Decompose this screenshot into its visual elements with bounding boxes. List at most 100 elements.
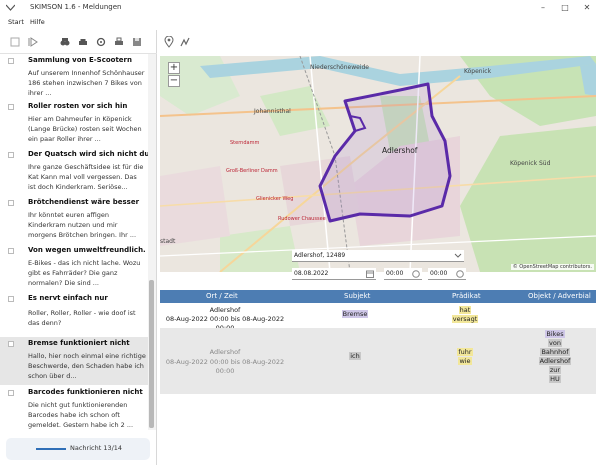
list-item[interactable]: Es nervt einfach nur Roller, Roller, Rol…: [0, 292, 148, 340]
object-token: Adlershof: [538, 357, 572, 365]
clock-icon[interactable]: [456, 270, 464, 278]
object-token: zur: [548, 366, 562, 374]
list-item-selected[interactable]: Bremse funktioniert nicht Hallo, hier no…: [0, 337, 148, 385]
map-view[interactable]: + − Niederschöneweide Köpenick Johannist…: [160, 56, 596, 272]
item-text: Ihr könntet euren affigen Kinderkram nut…: [28, 211, 137, 239]
location-select[interactable]: Adlershof, 12489: [292, 250, 464, 262]
predicate-token: wie: [458, 357, 472, 365]
calendar-icon[interactable]: [366, 270, 374, 278]
time-to-value: 00:00: [430, 270, 448, 277]
date-field[interactable]: 08.08.2022: [292, 268, 376, 280]
item-title: Es nervt einfach nur: [28, 294, 108, 302]
chevron-down-icon: [454, 253, 462, 258]
list-item[interactable]: Roller rosten vor sich hin Hier am Dahme…: [0, 100, 148, 148]
location-pin-icon[interactable]: [164, 36, 174, 48]
list-item[interactable]: Sammlung von E-Scootern Auf unserem Inne…: [0, 54, 148, 102]
predicate-token: fuhr: [457, 348, 473, 356]
main-panel: + − Niederschöneweide Köpenick Johannist…: [158, 30, 600, 465]
time-cell: 08-Aug-2022 00:00 bis 08-Aug-2022 00:00: [165, 358, 285, 375]
object-token: HU: [549, 375, 561, 383]
time-to-field[interactable]: 00:00: [428, 268, 466, 280]
item-checkbox[interactable]: [8, 390, 14, 396]
time-from-field[interactable]: 00:00: [384, 268, 422, 280]
item-text: Die nicht gut funktionierenden Barcodes …: [28, 401, 134, 429]
column-header: Prädikat: [452, 292, 481, 300]
item-title: Brötchendienst wäre besser: [28, 198, 140, 206]
object-token: Bikes: [545, 330, 565, 338]
sidebar-toolbar: [0, 30, 157, 54]
item-title: Der Quatsch wird sich nicht durchse: [28, 150, 148, 158]
minimize-icon[interactable]: –: [532, 0, 554, 16]
map-label: Adlershof: [382, 146, 418, 155]
binoculars-icon[interactable]: [60, 37, 70, 47]
subject-cell: Bremse: [330, 310, 380, 319]
checkbox-icon[interactable]: [10, 37, 20, 47]
printer-icon[interactable]: [114, 37, 124, 47]
column-header: Objekt / Adverbial: [528, 292, 591, 300]
date-value: 08.08.2022: [294, 270, 329, 277]
table-row[interactable]: Adlershof 08-Aug-2022 00:00 bis 08-Aug-2…: [160, 304, 596, 332]
predicate-token: versagt: [451, 315, 479, 323]
close-icon[interactable]: ✕: [576, 0, 598, 16]
map-label: Johannisthal: [254, 108, 291, 115]
play-icon[interactable]: [28, 37, 38, 47]
list-item[interactable]: Barcodes funktionieren nicht Die nicht g…: [0, 386, 148, 430]
zoom-in-button[interactable]: +: [168, 62, 180, 74]
item-text: Ihre ganze Geschäftsidee ist für die Kat…: [28, 163, 144, 191]
item-checkbox[interactable]: [8, 296, 14, 302]
item-text: Hier am Dahmeufer in Köpenick (Lange Brü…: [28, 115, 142, 143]
predicate-cell: hat versagt: [440, 306, 490, 324]
table-header: Ort / Zeit Subjekt Prädikat Objekt / Adv…: [160, 290, 596, 303]
route-icon[interactable]: [180, 36, 190, 48]
item-title: Von wegen umweltfreundlich.: [28, 246, 146, 254]
item-title: Roller rosten vor sich hin: [28, 102, 128, 110]
table-row[interactable]: Adlershof 08-Aug-2022 00:00 bis 08-Aug-2…: [160, 328, 596, 394]
item-text: Hallo, hier noch einmal eine richtige Be…: [28, 352, 146, 380]
car-icon[interactable]: [78, 37, 88, 47]
map-toolbar: [158, 30, 600, 54]
item-checkbox[interactable]: [8, 58, 14, 64]
column-header: Ort / Zeit: [206, 292, 238, 300]
list-item[interactable]: Brötchendienst wäre besser Ihr könntet e…: [0, 196, 148, 244]
object-token: von: [548, 339, 562, 347]
list-item[interactable]: Von wegen umweltfreundlich. E-Bikes - da…: [0, 244, 148, 292]
analysis-table: Ort / Zeit Subjekt Prädikat Objekt / Adv…: [160, 290, 596, 465]
place-cell: Adlershof: [209, 348, 241, 356]
item-text: E-Bikes - das ich nicht lache. Wozu gibt…: [28, 259, 141, 287]
predicate-token: hat: [458, 306, 472, 314]
item-checkbox[interactable]: [8, 341, 14, 347]
subject-token: ich: [349, 352, 361, 360]
clock-icon[interactable]: [412, 270, 420, 278]
item-checkbox[interactable]: [8, 152, 14, 158]
message-sidebar: Sammlung von E-Scootern Auf unserem Inne…: [0, 30, 157, 465]
menu-bar: Start Hilfe: [0, 16, 600, 29]
time-from-value: 00:00: [386, 270, 404, 277]
maximize-icon[interactable]: □: [554, 0, 576, 16]
app-logo-icon: [6, 4, 15, 11]
location-value: Adlershof, 12489: [294, 252, 346, 259]
column-header: Subjekt: [344, 292, 371, 300]
object-token: Bahnhof: [540, 348, 570, 356]
list-item[interactable]: Der Quatsch wird sich nicht durchse Ihre…: [0, 148, 148, 196]
subject-cell: ich: [330, 352, 380, 361]
map-road-label: Rudower Chaussee: [278, 216, 326, 222]
title-bar: SKIMSON 1.6 - Meldungen – □ ✕: [0, 0, 600, 16]
menu-help[interactable]: Hilfe: [30, 18, 45, 26]
object-cell: Bikes von Bahnhof Adlershof zur HU: [530, 330, 580, 384]
item-checkbox[interactable]: [8, 248, 14, 254]
map-label: stadt: [160, 238, 176, 245]
item-text: Roller, Roller, Roller - wie doof ist da…: [28, 309, 136, 327]
item-checkbox[interactable]: [8, 200, 14, 206]
map-label: Niederschöneweide: [310, 64, 369, 71]
item-title: Bremse funktioniert nicht: [28, 339, 130, 347]
save-icon[interactable]: [132, 37, 142, 47]
item-title: Sammlung von E-Scootern: [28, 56, 132, 64]
item-text: Auf unserem Innenhof Schönhauser 186 ste…: [28, 69, 145, 97]
map-road-label: Sterndamm: [230, 140, 260, 146]
map-attribution[interactable]: © OpenStreetMap contributors.: [510, 264, 594, 270]
menu-start[interactable]: Start: [8, 18, 24, 26]
list-scrollbar-thumb[interactable]: [149, 280, 154, 428]
item-checkbox[interactable]: [8, 104, 14, 110]
zoom-out-button[interactable]: −: [168, 75, 180, 87]
refresh-icon[interactable]: [96, 37, 106, 47]
